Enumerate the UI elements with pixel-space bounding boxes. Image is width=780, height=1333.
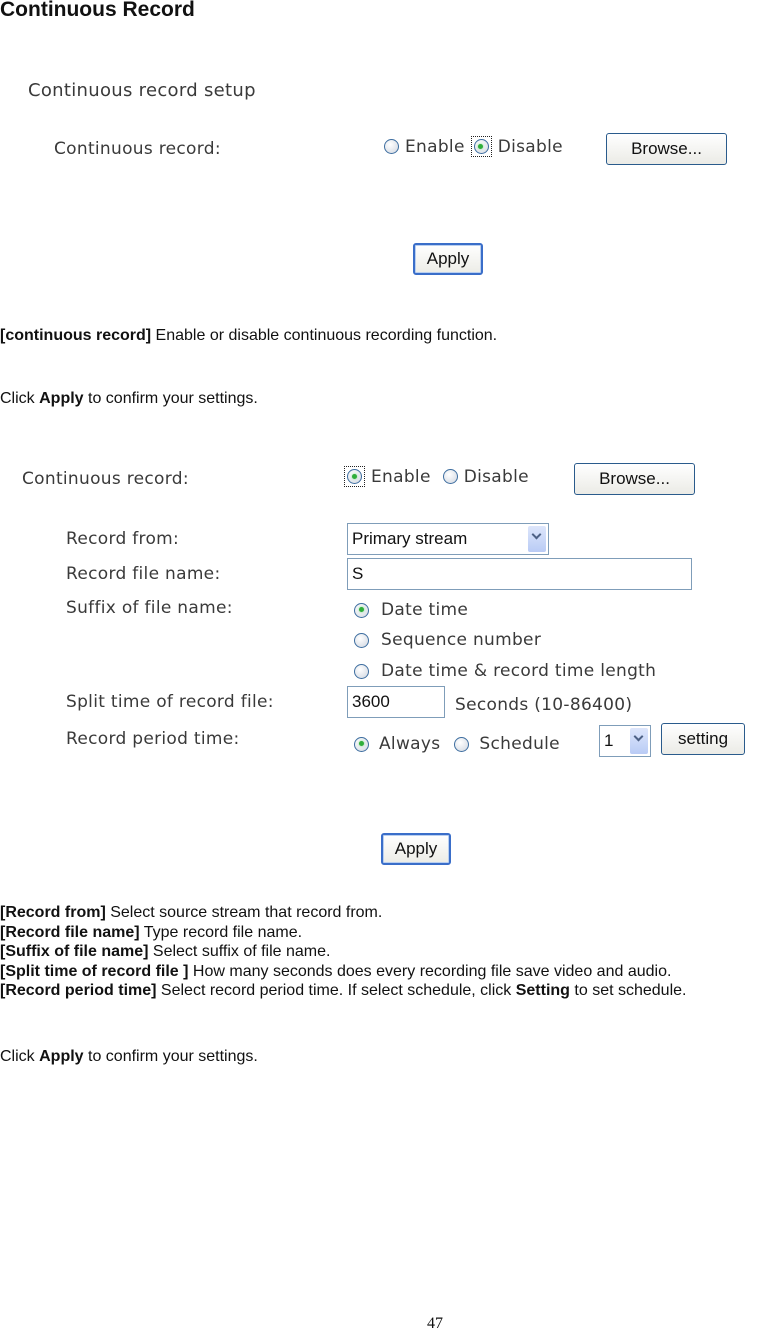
always-radio[interactable] [354, 736, 369, 752]
continuous-record-label: Continuous record: [22, 469, 189, 489]
term-description: Select suffix of file name. [148, 943, 331, 960]
disable-label: Disable [463, 466, 529, 487]
field-descriptions: [Record from] Select source stream that … [0, 903, 686, 1001]
term-description-end: to set schedule. [569, 982, 687, 999]
chevron-down-icon[interactable] [528, 526, 546, 552]
record-file-name-label: Record file name: [66, 564, 221, 584]
suffix-radio[interactable] [354, 602, 369, 618]
continuous-record-label: Continuous record: [54, 139, 221, 159]
term: [Suffix of file name] [0, 943, 149, 960]
term: [Split time of record file ] [0, 962, 189, 980]
disable-label: Disable [497, 136, 563, 157]
suffix-option-date-time-length[interactable]: Date time & record time length [354, 661, 656, 681]
record-from-select[interactable]: Primary stream [347, 523, 549, 555]
enable-radio[interactable] [347, 469, 362, 484]
record-period-label: Record period time: [66, 729, 240, 749]
page-title: Continuous Record [0, 0, 195, 21]
enable-radio[interactable] [384, 139, 399, 154]
schedule-label: Schedule [479, 734, 560, 754]
note-suffix: to confirm your settings. [83, 390, 258, 407]
note-prefix: Click [0, 390, 40, 407]
suffix-option-sequence-number[interactable]: Sequence number [354, 630, 541, 650]
suffix-option-label: Sequence number [381, 630, 542, 650]
term-bold: Setting [515, 982, 570, 999]
browse-button[interactable]: Browse... [606, 133, 727, 165]
disable-radio[interactable] [442, 469, 458, 484]
browse-button[interactable]: Browse... [574, 463, 695, 495]
record-file-name-input[interactable]: S [347, 558, 692, 590]
schedule-radio[interactable] [454, 736, 470, 752]
term-description: Select source stream that record from. [105, 904, 383, 921]
term: [Record from] [0, 904, 106, 921]
continuous-record-radio-group: Enable Disable [344, 466, 529, 487]
term-description: How many seconds does every recording fi… [188, 962, 672, 980]
suffix-option-date-time[interactable]: Date time [354, 600, 468, 620]
click-apply-note: Click Apply to confirm your settings. [0, 390, 258, 408]
always-label: Always [379, 734, 441, 754]
note-suffix: to confirm your settings. [83, 1048, 258, 1065]
schedule-select[interactable]: 1 [599, 725, 651, 757]
record-from-value: Primary stream [352, 529, 468, 548]
disable-radio-focus [470, 136, 492, 157]
suffix-option-label: Date time [381, 600, 469, 620]
term-description: Select record period time. If select sch… [156, 982, 516, 999]
suffix-label: Suffix of file name: [66, 598, 233, 618]
continuous-record-radio-group: Enable Disable [384, 136, 563, 157]
enable-radio-focus [344, 466, 365, 487]
section-title: Continuous record setup [28, 80, 256, 101]
continuous-record-description: [continuous record] Enable or disable co… [0, 327, 497, 345]
description-record-period: [Record period time] Select record perio… [0, 981, 686, 1001]
record-period-radio-group: Always Schedule [354, 734, 560, 754]
apply-button[interactable]: Apply [381, 833, 451, 865]
description-split-time: [Split time of record file ] How many se… [0, 962, 686, 982]
suffix-option-label: Date time & record time length [381, 661, 657, 681]
enable-label: Enable [405, 136, 465, 157]
description-suffix: [Suffix of file name] Select suffix of f… [0, 942, 686, 962]
page-number: 47 [427, 1315, 443, 1332]
apply-button[interactable]: Apply [413, 243, 483, 275]
term: [Record file name] [0, 923, 140, 941]
note-bold: Apply [39, 1048, 84, 1065]
disable-radio[interactable] [473, 139, 489, 154]
description-record-from: [Record from] Select source stream that … [0, 903, 686, 923]
suffix-radio[interactable] [354, 632, 369, 648]
setting-button[interactable]: setting [661, 723, 745, 755]
term-description: Type record file name. [139, 923, 303, 941]
split-time-unit: Seconds (10-86400) [455, 695, 633, 715]
term: [continuous record] [0, 327, 152, 344]
chevron-down-icon[interactable] [630, 728, 648, 754]
split-time-label: Split time of record file: [66, 692, 274, 712]
note-prefix: Click [0, 1048, 40, 1065]
record-from-label: Record from: [66, 529, 180, 549]
click-apply-note: Click Apply to confirm your settings. [0, 1048, 258, 1066]
note-bold: Apply [39, 390, 84, 407]
schedule-value: 1 [604, 731, 614, 750]
split-time-input[interactable]: 3600 [347, 686, 445, 718]
enable-label: Enable [371, 466, 431, 487]
suffix-radio[interactable] [354, 663, 369, 679]
description-record-file-name: [Record file name] Type record file name… [0, 923, 686, 943]
term: [Record period time] [0, 982, 157, 999]
term-description: Enable or disable continuous recording f… [151, 327, 498, 344]
